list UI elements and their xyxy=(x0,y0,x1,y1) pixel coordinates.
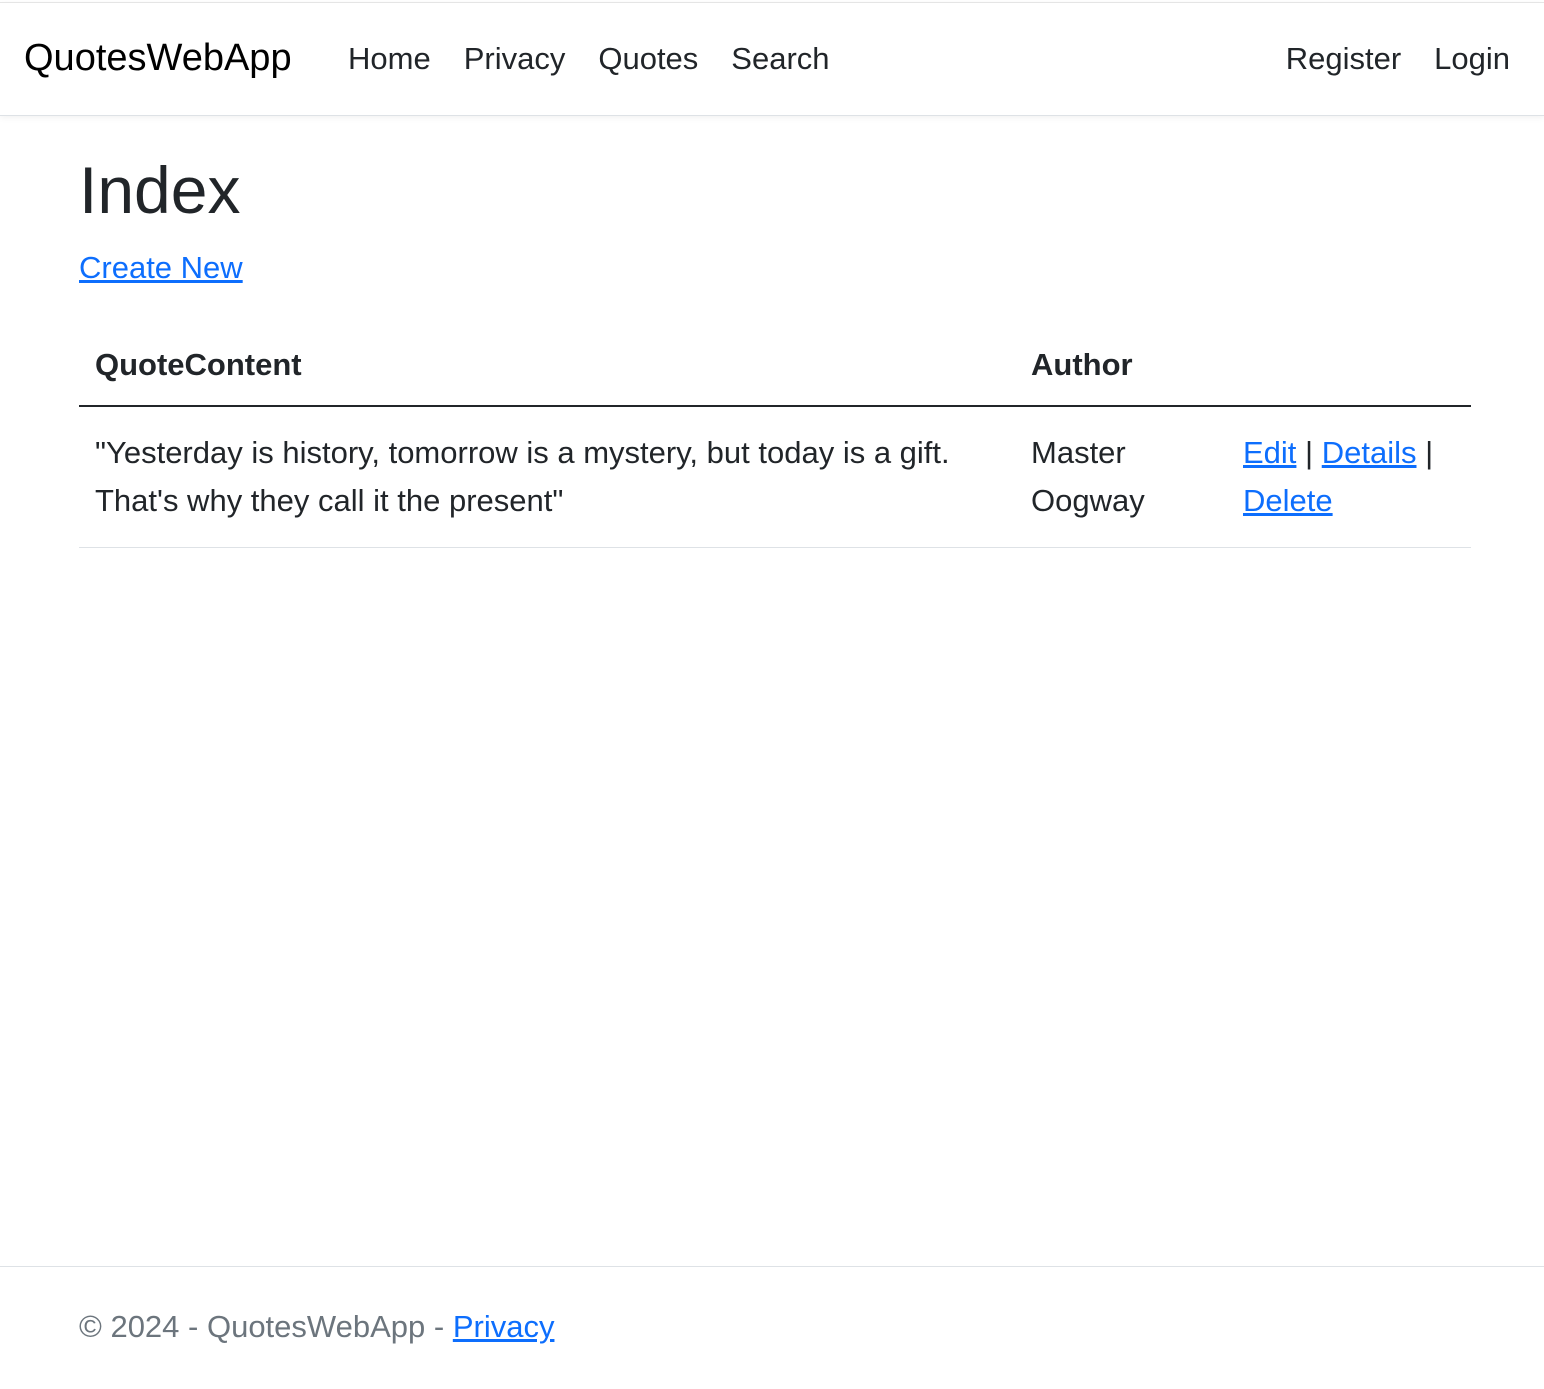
actions-cell: Edit | Details | Delete xyxy=(1227,406,1471,548)
footer: © 2024 - QuotesWebApp - Privacy xyxy=(0,1266,1544,1389)
nav-auth: Register Login xyxy=(1286,41,1510,77)
footer-text: © 2024 - QuotesWebApp - xyxy=(79,1309,453,1344)
separator: | xyxy=(1305,435,1314,470)
separator: | xyxy=(1425,435,1434,470)
footer-privacy-link[interactable]: Privacy xyxy=(453,1309,555,1344)
page-title: Index xyxy=(79,153,241,227)
nav-privacy[interactable]: Privacy xyxy=(464,41,566,77)
nav-login[interactable]: Login xyxy=(1434,41,1510,77)
nav-register[interactable]: Register xyxy=(1286,41,1401,77)
delete-link[interactable]: Delete xyxy=(1243,483,1333,518)
create-new-link[interactable]: Create New xyxy=(79,250,243,286)
quote-cell: "Yesterday is history, tomorrow is a mys… xyxy=(79,406,1015,548)
details-link[interactable]: Details xyxy=(1322,435,1417,470)
author-cell: Master Oogway xyxy=(1015,406,1227,548)
nav-links: Home Privacy Quotes Search xyxy=(348,41,830,77)
nav-home[interactable]: Home xyxy=(348,41,431,77)
quotes-table: QuoteContent Author "Yesterday is histor… xyxy=(79,325,1471,548)
brand-link[interactable]: QuotesWebApp xyxy=(24,37,292,80)
nav-quotes[interactable]: Quotes xyxy=(598,41,698,77)
header-quote: QuoteContent xyxy=(79,325,1015,407)
table-row: "Yesterday is history, tomorrow is a mys… xyxy=(79,406,1471,548)
header-actions xyxy=(1227,325,1471,407)
nav-search[interactable]: Search xyxy=(731,41,829,77)
navbar: QuotesWebApp Home Privacy Quotes Search … xyxy=(0,2,1544,116)
edit-link[interactable]: Edit xyxy=(1243,435,1296,470)
header-author: Author xyxy=(1015,325,1227,407)
